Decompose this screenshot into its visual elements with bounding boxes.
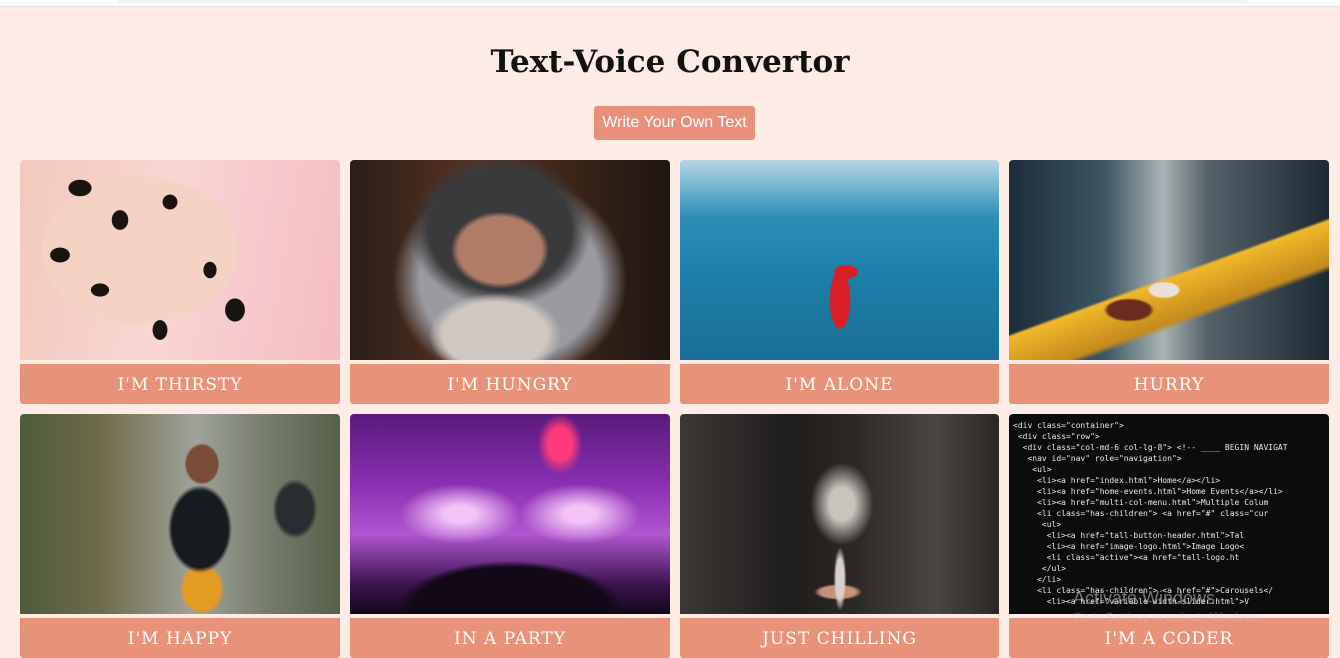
phrase-card-grid: I'm thirsty I'm hungry I'm alone Hurry I… (20, 160, 1329, 658)
phrase-card-chilling[interactable]: Just chilling (680, 414, 999, 658)
phrase-card-party[interactable]: In a party (350, 414, 670, 658)
code-line: </ul> (1013, 564, 1066, 573)
code-line: <li class="has-children"> <a href="#" cl… (1013, 509, 1269, 518)
phrase-label: Just chilling (680, 618, 999, 658)
phrase-label: I'm alone (680, 364, 999, 404)
top-strip-inner (118, 0, 1248, 3)
activate-windows-subtitle: Go to Settings to activate Windows. (1073, 610, 1263, 624)
code-line: <ul> (1013, 520, 1062, 529)
code-editor-image: <div class="container"> <div class="row"… (1009, 414, 1329, 614)
write-own-text-button[interactable]: Write Your Own Text (594, 106, 755, 140)
code-line: <div class="col-md-6 col-lg-8"> <!-- ___… (1013, 443, 1288, 452)
concert-crowd-image (350, 414, 670, 614)
city-motion-blur-image (1009, 160, 1329, 360)
phrase-label: I'm happy (20, 618, 340, 658)
code-line: <li><a href="multi-col-menu.html">Multip… (1013, 498, 1269, 507)
boy-on-bicycle-image (20, 414, 340, 614)
phrase-label: I'm a coder (1009, 618, 1329, 658)
person-by-sea-image (680, 160, 999, 360)
phrase-card-hungry[interactable]: I'm hungry (350, 160, 670, 404)
phrase-card-happy[interactable]: I'm happy (20, 414, 340, 658)
phrase-label: I'm thirsty (20, 364, 340, 404)
code-line: <nav id="nav" role="navigation"> (1013, 454, 1182, 463)
browser-top-strip (0, 0, 1340, 7)
code-line: <li><a href="image-logo.html">Image Logo… (1013, 542, 1245, 551)
wine-glass-image (680, 414, 999, 614)
phrase-label: Hurry (1009, 364, 1329, 404)
code-line: <div class="row"> (1013, 432, 1100, 441)
code-line: <li><a href="home-events.html">Home Even… (1013, 487, 1283, 496)
phrase-card-thirsty[interactable]: I'm thirsty (20, 160, 340, 404)
code-line: </li> (1013, 575, 1062, 584)
old-man-image (350, 160, 670, 360)
code-line: <li class="active"><a href="tall-logo.ht (1013, 553, 1240, 562)
page-title: Text-Voice Convertor (490, 44, 850, 80)
dalmatian-dog-image (20, 160, 340, 360)
code-line: <ul> (1013, 465, 1052, 474)
phrase-card-hurry[interactable]: Hurry (1009, 160, 1329, 404)
code-line: <li><a href="index.html">Home</a></li> (1013, 476, 1221, 485)
activate-windows-watermark: Activate Windows (1073, 588, 1216, 608)
phrase-label: In a party (350, 618, 670, 658)
phrase-card-alone[interactable]: I'm alone (680, 160, 999, 404)
code-line: <div class="container"> (1013, 421, 1124, 430)
phrase-label: I'm hungry (350, 364, 670, 404)
code-line: <li><a href="tall-button-header.html">Ta… (1013, 531, 1245, 540)
